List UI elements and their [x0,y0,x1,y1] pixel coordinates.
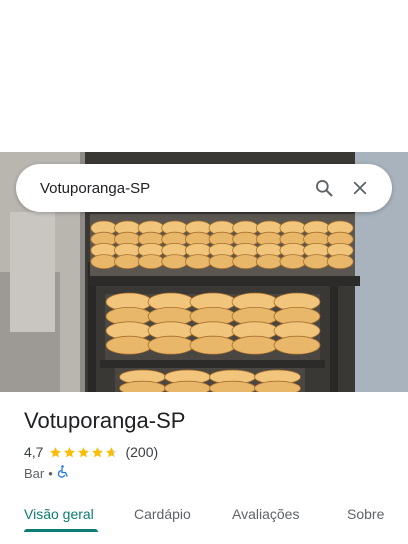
bread-roll [254,380,301,392]
bread-roll [303,254,330,269]
bread-roll [164,380,211,392]
rating-stars [49,446,119,459]
bread-roll [232,254,260,269]
star-icon [106,446,118,457]
wheelchair-icon [57,465,69,481]
tab-about[interactable]: Sobre [347,496,384,536]
search-icon[interactable] [306,170,342,206]
place-title: Votuporanga-SP [24,408,186,433]
bread-roll [255,254,283,269]
tab-reviews[interactable]: Avaliações [232,496,299,536]
bread-roll [161,254,189,269]
tab-menu[interactable]: Cardápio [134,496,191,536]
star-icon [78,446,90,457]
rating-value: 4,7 [24,444,44,460]
category-row: Bar • [24,465,69,481]
search-bar[interactable]: Votuporanga-SP [16,164,392,212]
separator: • [48,465,53,481]
search-input[interactable]: Votuporanga-SP [40,180,306,197]
bread-roll [189,335,237,355]
place-tabs: Visão geral Cardápio Avaliações Sobre [0,496,408,536]
close-icon[interactable] [342,170,378,206]
bread-roll [279,254,307,269]
star-icon [92,446,104,457]
bread-roll [90,254,118,269]
bread-roll [231,335,279,355]
star-icon [50,446,62,457]
bread-roll [137,254,165,269]
category-label: Bar [24,465,45,481]
star-icon [64,446,76,457]
bread-roll [114,254,141,269]
bread-roll [184,254,212,269]
rating-row[interactable]: 4,7 (200) [24,444,158,460]
bread-roll [105,335,153,355]
bread-roll [209,380,256,392]
review-count[interactable]: (200) [125,444,158,460]
bread-roll [326,254,354,269]
bread-roll [208,254,236,269]
bread-roll [273,335,321,355]
bread-roll [119,380,166,392]
active-tab-indicator [24,529,98,532]
bread-roll [147,335,195,355]
